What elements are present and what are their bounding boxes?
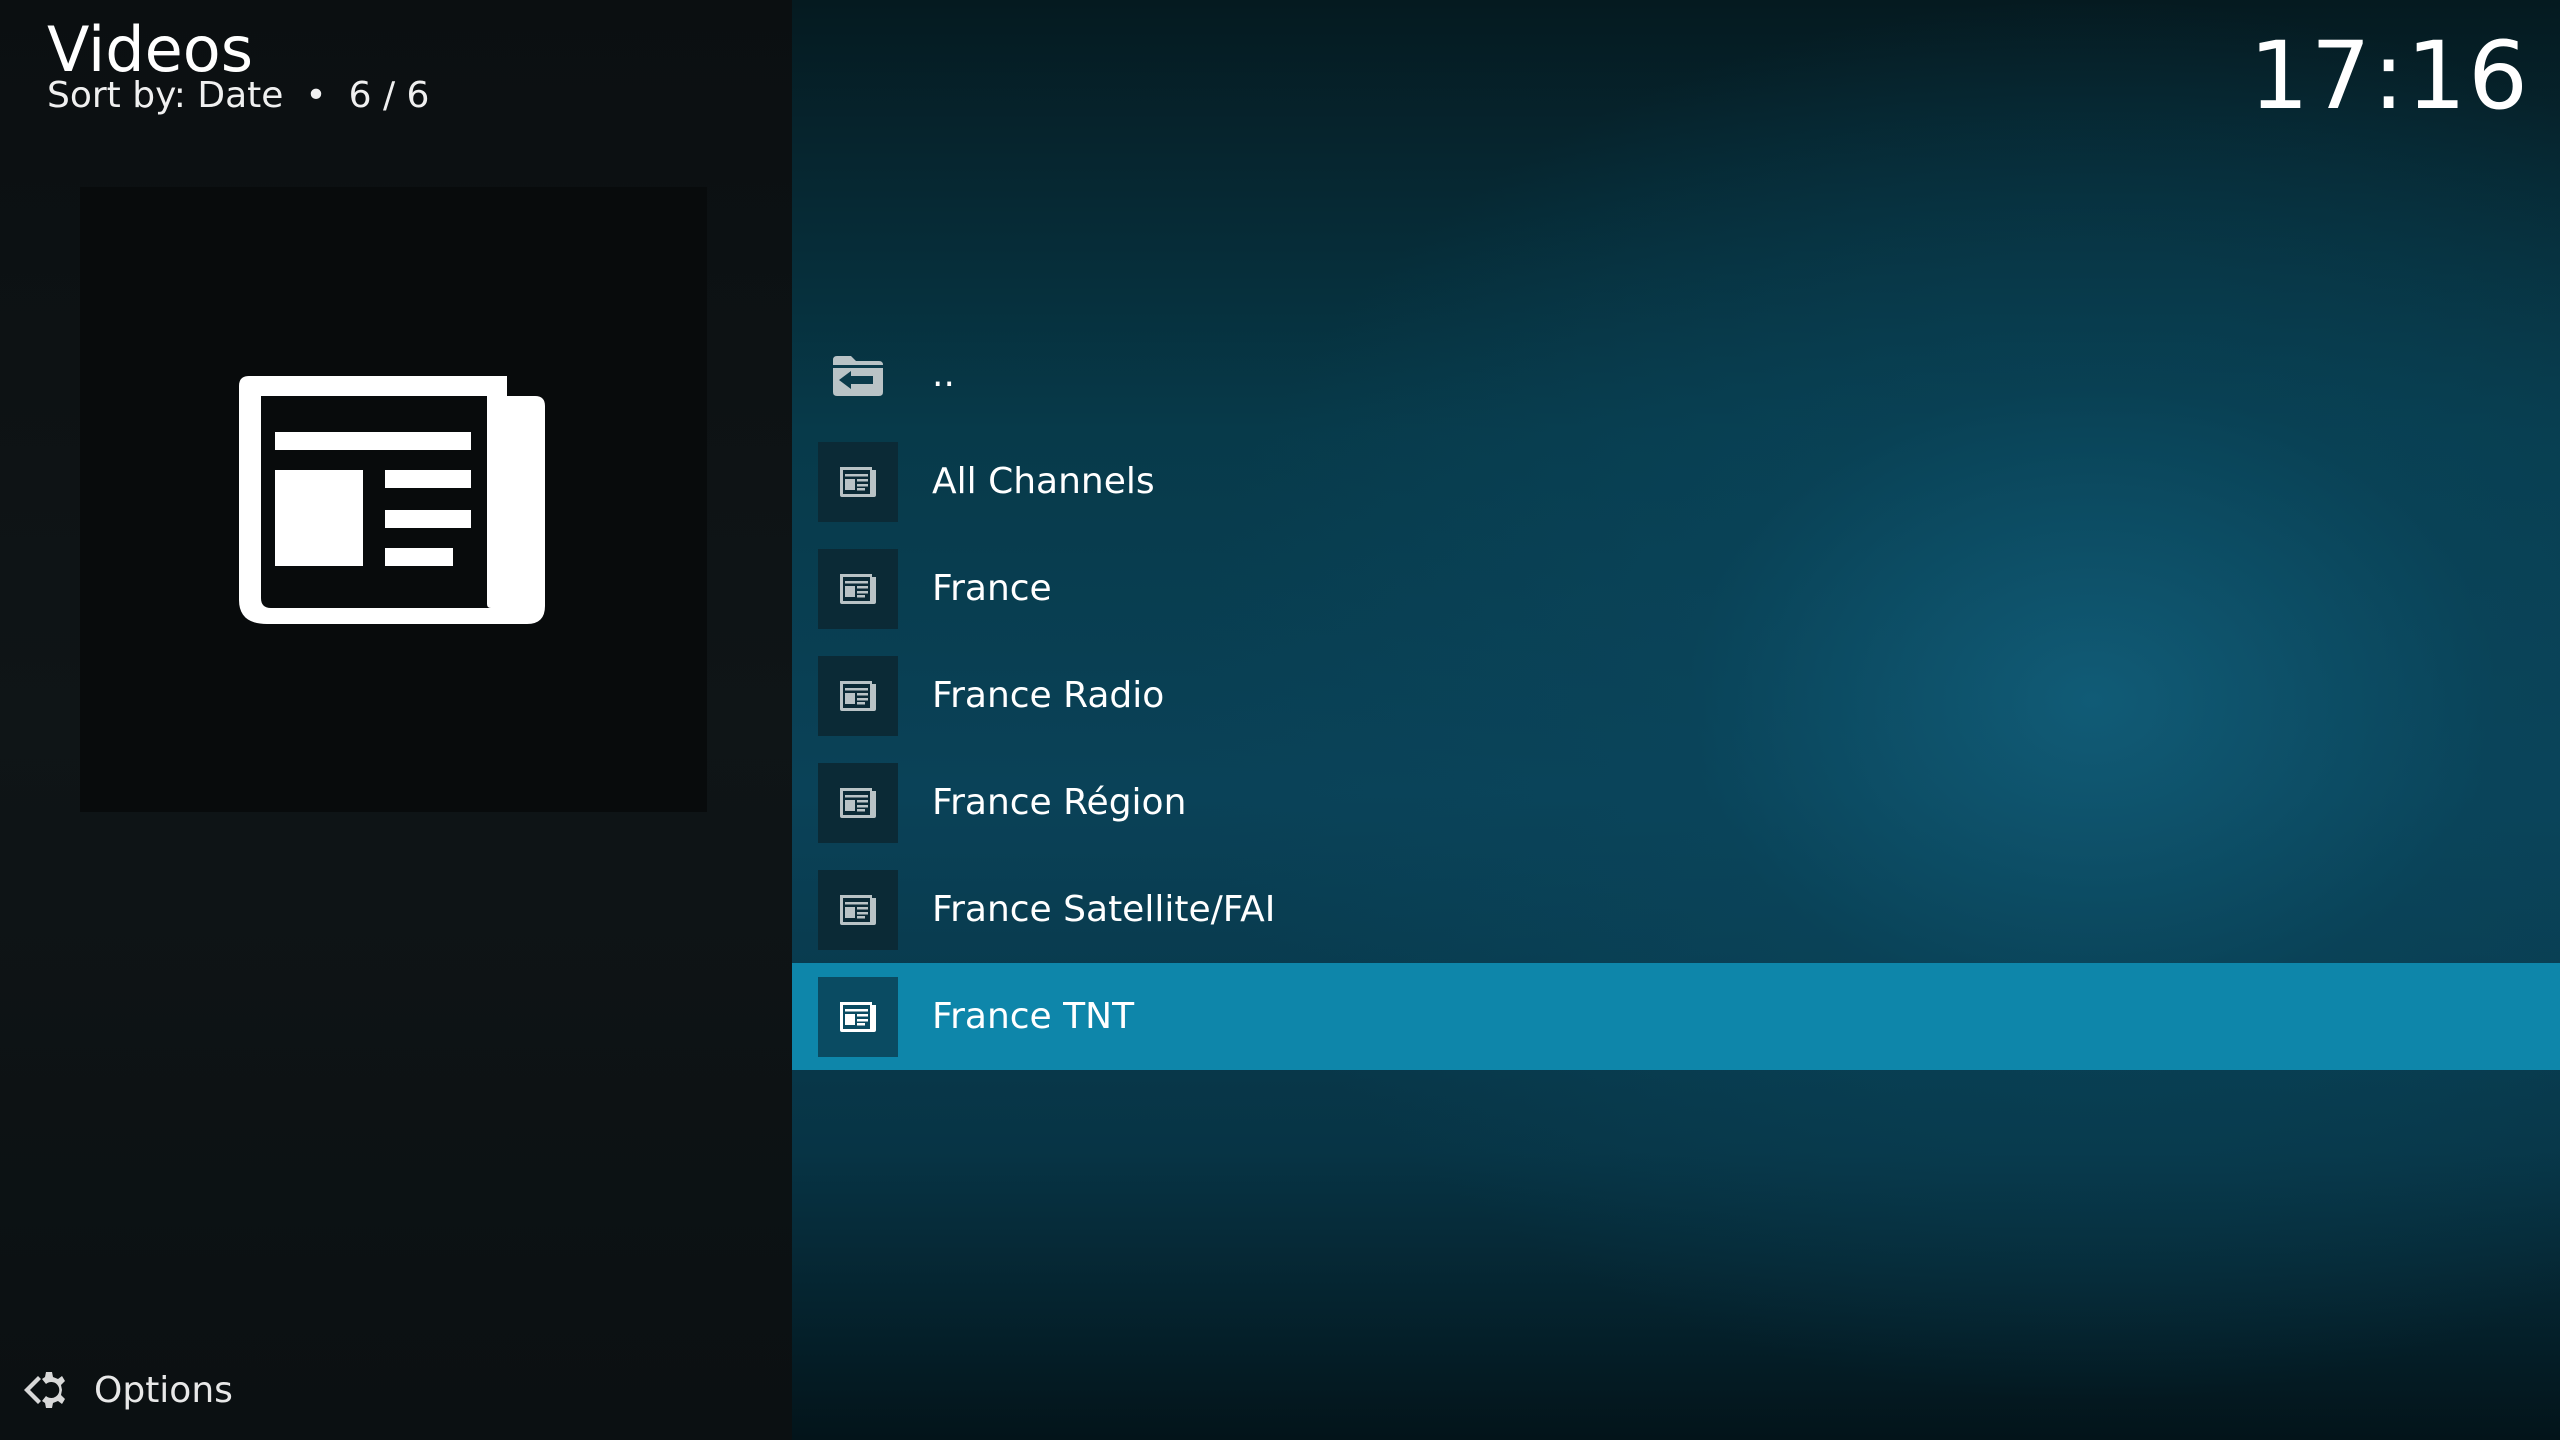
list-item-parent[interactable]: .. xyxy=(792,321,2560,428)
separator: • xyxy=(305,75,327,116)
newspaper-icon xyxy=(818,441,898,522)
list-item[interactable]: France xyxy=(792,535,2560,642)
list-item[interactable]: France Région xyxy=(792,749,2560,856)
newspaper-icon xyxy=(239,376,545,624)
list-item-label: France Radio xyxy=(932,675,1165,716)
item-count: 6 / 6 xyxy=(348,75,430,116)
file-list: .. All Channels France France Radio Fran xyxy=(792,321,2560,1070)
newspaper-icon xyxy=(818,762,898,843)
newspaper-icon xyxy=(818,548,898,629)
list-item-label: France TNT xyxy=(932,996,1135,1037)
list-item-selected[interactable]: France TNT xyxy=(792,963,2560,1070)
list-item[interactable]: France Radio xyxy=(792,642,2560,749)
options-label: Options xyxy=(94,1369,233,1411)
folder-back-icon xyxy=(818,335,898,415)
list-item-label: France Région xyxy=(932,782,1187,823)
sort-info: Sort by: Date • 6 / 6 xyxy=(47,74,429,118)
list-item-label: All Channels xyxy=(932,461,1155,502)
thumbnail xyxy=(80,187,707,812)
newspaper-icon xyxy=(818,976,898,1057)
options-button[interactable]: Options xyxy=(18,1362,233,1418)
kodi-videos-window: Options Videos Sort by: Date • 6 / 6 17:16… xyxy=(0,0,2560,1440)
list-item-label: .. xyxy=(932,354,955,395)
list-item[interactable]: France Satellite/FAI xyxy=(792,856,2560,963)
clock: 17:16 xyxy=(2249,22,2530,131)
newspaper-icon xyxy=(818,655,898,736)
options-gear-icon xyxy=(24,1372,65,1408)
list-item[interactable]: All Channels xyxy=(792,428,2560,535)
sort-label: Sort by: Date xyxy=(47,75,284,116)
list-item-label: France Satellite/FAI xyxy=(932,889,1276,930)
list-item-label: France xyxy=(932,568,1052,609)
info-panel: Options xyxy=(0,0,792,1440)
newspaper-icon xyxy=(818,869,898,950)
